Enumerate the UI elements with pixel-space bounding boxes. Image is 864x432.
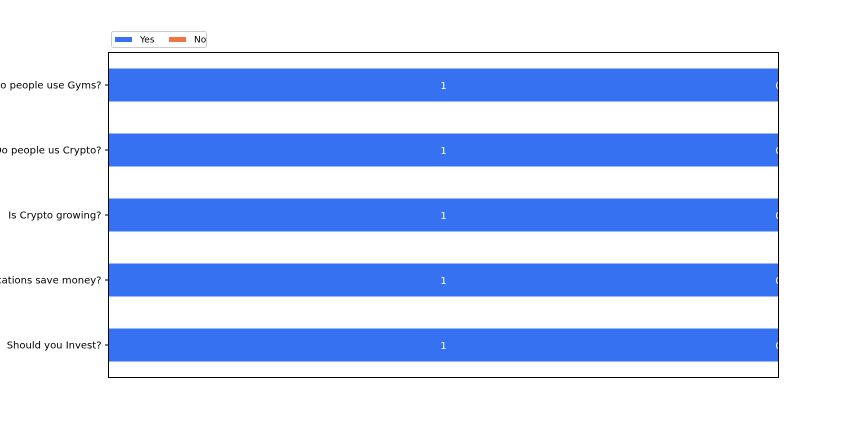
legend-swatch-yes [115,37,132,42]
chart-svg: 1 01 01 01 01 0Do people use Gyms?Do people u… [0,31,864,380]
category-label-2: Is Crypto growing? [8,211,101,222]
bar-label-yes-1: 1 [440,146,446,157]
category-label-3: Do applications save money? [0,276,102,287]
bar-label-yes-2: 1 [440,211,446,222]
bar-label-yes-4: 1 [440,341,446,352]
category-label-4: Should you Invest? [7,341,102,352]
legend: Yes No [111,31,207,48]
legend-label-yes: Yes [139,36,155,46]
chart: 1 0 1 0 1 0 1 0 1 0 Do people use Gyms? Do people u… [0,0,864,432]
legend-swatch-no [169,37,186,42]
bar-label-yes-0: 1 [440,81,446,92]
category-label-1: Do people us Crypto? [0,146,102,157]
bar-label-yes-3: 1 [440,276,446,287]
legend-label-no: No [194,36,207,46]
category-label-0: Do people use Gyms? [0,81,102,92]
clip-mask [779,50,864,380]
